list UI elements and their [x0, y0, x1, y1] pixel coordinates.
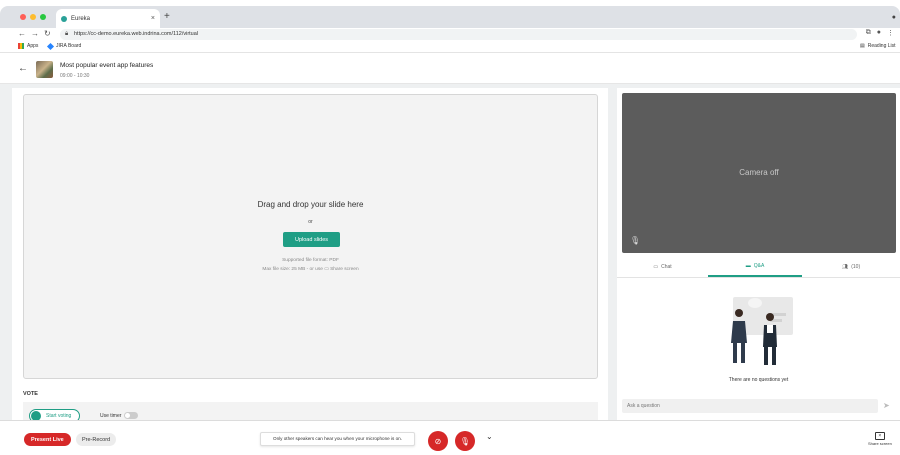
empty-qa-illustration	[731, 297, 793, 365]
present-live-button[interactable]: Present Live	[24, 433, 71, 446]
camera-preview: Camera off 🎙︎	[622, 93, 896, 253]
new-tab-button[interactable]: +	[164, 11, 170, 22]
share-screen-button[interactable]: × Share screen	[868, 432, 892, 446]
back-nav-icon[interactable]: ←	[18, 29, 26, 38]
camera-status: Camera off	[739, 168, 779, 177]
dropzone-or: or	[308, 219, 313, 225]
favicon-icon	[61, 15, 67, 22]
event-header: ← Most popular event app features 09:00 …	[0, 54, 900, 84]
no-questions-message: There are no questions yet	[728, 377, 789, 383]
qa-icon: ▬	[745, 262, 751, 269]
tab-close-icon[interactable]: ×	[151, 15, 155, 22]
tab-qa[interactable]: ▬ Q&A	[708, 256, 802, 277]
forward-nav-icon[interactable]: →	[31, 29, 39, 38]
more-options-icon[interactable]: ⌄	[486, 432, 493, 441]
browser-tab-bar: Eureka × + ●	[0, 6, 900, 28]
ask-question-input[interactable]	[622, 399, 878, 413]
mic-off-icon: 🎙︎	[459, 436, 471, 446]
mic-muted-icon: 🎙︎	[630, 236, 641, 245]
maximize-window-icon[interactable]	[40, 14, 46, 20]
bookmark-jira[interactable]: JIRA Board	[46, 42, 82, 50]
extensions-icon[interactable]: ⧉	[866, 29, 871, 37]
camera-off-icon: ⊘	[434, 436, 442, 446]
use-timer-label: Use timer	[100, 413, 122, 419]
tab-label: (10)	[851, 263, 861, 270]
slide-dropzone[interactable]: Drag and drop your slide here or Upload …	[23, 94, 598, 379]
upload-slides-button[interactable]: Upload slides	[283, 232, 340, 247]
mic-notice: Only other speakers can hear you when yo…	[260, 432, 415, 446]
chat-icon: ▭	[653, 263, 659, 270]
start-voting-label: Start voting	[46, 413, 72, 419]
reading-list-icon: ▤	[860, 43, 865, 49]
window-controls	[20, 14, 46, 20]
apps-icon	[18, 43, 24, 49]
tab-search-icon[interactable]: ●	[892, 14, 896, 21]
lock-icon: 🔒︎	[65, 31, 69, 37]
format-info: Supported file format: PDF	[282, 258, 339, 263]
address-bar-row: ← → ↻ 🔒︎ https://cc-demo.eureka.web.indr…	[0, 28, 900, 41]
bookmark-label: JIRA Board	[56, 43, 82, 49]
vote-label: VOTE	[23, 391, 38, 397]
minimize-window-icon[interactable]	[30, 14, 36, 20]
url-field[interactable]: 🔒︎ https://cc-demo.eureka.web.indrina.co…	[60, 29, 857, 40]
event-thumbnail	[36, 61, 53, 78]
panel-tabs: ▭ Chat ▬ Q&A 👥︎ (10)	[617, 256, 900, 278]
timer-toggle[interactable]	[124, 412, 138, 419]
pre-record-button[interactable]: Pre-Record	[76, 433, 117, 446]
camera-off-button[interactable]: ⊘	[428, 431, 448, 451]
reading-list[interactable]: ▤ Reading List	[860, 43, 896, 49]
people-icon: 👥︎	[841, 263, 849, 270]
reading-list-label: Reading List	[867, 43, 896, 49]
tab-title: Eureka	[71, 15, 91, 22]
browser-tab[interactable]: Eureka ×	[56, 9, 160, 28]
profile-icon[interactable]: ●	[877, 29, 881, 37]
share-screen-icon: ×	[874, 432, 885, 440]
dropzone-title: Drag and drop your slide here	[257, 200, 364, 209]
tab-attendees[interactable]: 👥︎ (10)	[802, 256, 900, 277]
size-info: Max file size: 25 MB - or use ▭ Share sc…	[262, 267, 359, 272]
bookmark-label: Apps	[27, 43, 39, 49]
send-icon[interactable]: ➤	[883, 401, 890, 410]
play-icon	[31, 411, 41, 420]
jira-icon	[46, 42, 55, 50]
tab-label: Q&A	[753, 262, 765, 269]
url-text: https://cc-demo.eureka.web.indrina.com/1…	[74, 31, 199, 37]
control-bar: Present Live Pre-Record Only other speak…	[0, 420, 900, 455]
event-time: 09:00 - 10:30	[60, 73, 90, 79]
tab-chat[interactable]: ▭ Chat	[617, 256, 708, 277]
event-title: Most popular event app features	[60, 62, 154, 69]
start-voting-button[interactable]: Start voting	[29, 409, 81, 420]
browser-toolbar-icons: ⧉ ● ⋮	[866, 29, 894, 37]
back-arrow-icon[interactable]: ←	[18, 63, 28, 74]
vote-row: Start voting Use timer	[23, 402, 598, 420]
menu-icon[interactable]: ⋮	[887, 29, 894, 37]
bookmarks-bar: Apps JIRA Board ▤ Reading List	[0, 41, 900, 53]
close-window-icon[interactable]	[20, 14, 26, 20]
share-screen-label: Share screen	[868, 441, 892, 446]
tab-label: Chat	[661, 263, 672, 270]
mic-off-button[interactable]: 🎙︎	[455, 431, 475, 451]
bookmark-apps[interactable]: Apps	[18, 43, 38, 49]
reload-icon[interactable]: ↻	[44, 29, 51, 38]
